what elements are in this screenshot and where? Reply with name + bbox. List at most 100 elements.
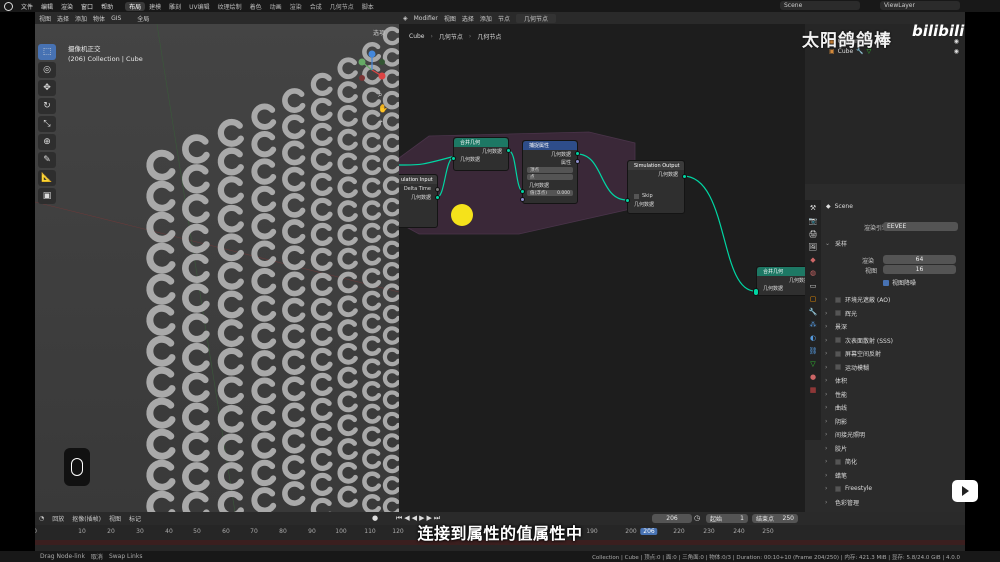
scene-selector[interactable]: Scene — [780, 1, 860, 10]
viewport-menu-object[interactable]: 物体 — [93, 14, 105, 23]
viewport-menu-gis[interactable]: GIS — [111, 15, 121, 22]
socket-capture-attribute-out[interactable] — [575, 159, 580, 164]
workspace-tab-scripting[interactable]: 脚本 — [358, 2, 378, 11]
material-tab-icon[interactable]: ● — [808, 372, 818, 382]
section-checkbox[interactable] — [835, 364, 841, 370]
menu-edit[interactable]: 编辑 — [37, 2, 57, 11]
render-engine-dropdown[interactable]: EEVEE — [883, 222, 958, 231]
section-7[interactable]: › 性能 — [825, 389, 963, 400]
orientation-dropdown[interactable]: 全局 — [137, 14, 149, 23]
socket-sim-output-geometry-in[interactable] — [625, 198, 630, 203]
breadcrumb-modifier[interactable]: 几何节点 — [439, 32, 463, 41]
node-menu-view[interactable]: 视图 — [444, 14, 456, 23]
node-menu-add[interactable]: 添加 — [480, 14, 492, 23]
node-menu-select[interactable]: 选择 — [462, 14, 474, 23]
menu-file[interactable]: 文件 — [17, 2, 37, 11]
node-capture-attribute[interactable]: 捕捉属性 几何数据 属性 顶点 点 几何数据 值(浮点) 0.000 — [522, 140, 578, 204]
workspace-tab-layout[interactable]: 布局 — [125, 1, 146, 11]
collection-tab-icon[interactable]: ▭ — [808, 281, 818, 291]
3d-viewport[interactable] — [35, 12, 399, 512]
section-checkbox[interactable] — [835, 350, 841, 357]
select-box-tool-icon[interactable]: ⬚ — [38, 44, 56, 60]
navigation-gizmo[interactable] — [352, 50, 392, 90]
socket-join-output[interactable] — [506, 148, 511, 153]
workspace-tab-shading[interactable]: 着色 — [246, 2, 266, 11]
socket-capture-geometry-in[interactable] — [520, 189, 525, 194]
viewport-samples-field[interactable]: 16 — [883, 265, 956, 274]
data-tab-icon[interactable]: ▽ — [808, 359, 818, 369]
menu-help[interactable]: 帮助 — [97, 2, 117, 11]
section-13[interactable]: › 蜡笔 — [825, 470, 963, 481]
rotate-tool-icon[interactable]: ↻ — [38, 98, 56, 114]
node-simulation-output[interactable]: Simulation Output 几何数据 Skip 几何数据 — [627, 160, 685, 214]
output-tab-icon[interactable]: 🖨 — [808, 229, 818, 239]
socket-sim-input-geometry[interactable] — [435, 195, 440, 200]
move-tool-icon[interactable]: ✥ — [38, 80, 56, 96]
node-join-geometry-2[interactable]: 合并几何 几何数据 几何数据 — [756, 266, 805, 296]
workspace-tab-modeling[interactable]: 建模 — [145, 2, 165, 11]
socket-delta-time[interactable] — [435, 187, 440, 192]
node-join-geometry[interactable]: 合并几何 几何数据 几何数据 — [453, 137, 509, 171]
object-tab-icon[interactable]: ▢ — [808, 294, 818, 304]
modifier-dropdown[interactable]: Modifier — [414, 15, 438, 22]
viewport-menu-select[interactable]: 选择 — [57, 14, 69, 23]
section-12[interactable]: › 简化 — [825, 456, 963, 467]
socket-sim-output-geometry-out[interactable] — [682, 174, 687, 179]
section-8[interactable]: › 曲线 — [825, 402, 963, 413]
texture-tab-icon[interactable]: ▦ — [808, 385, 818, 395]
view-layer-tab-icon[interactable]: 🖼 — [808, 242, 818, 252]
editor-type-icon[interactable]: ◈ — [403, 15, 408, 22]
workspace-tab-texture-paint[interactable]: 纹理绘制 — [214, 2, 246, 11]
node-menu-node[interactable]: 节点 — [498, 14, 510, 23]
capture-type-dropdown[interactable]: 点 — [527, 174, 573, 180]
node-canvas[interactable]: ulation Input Delta Time 几何数据 合并几何 几何数据 … — [399, 48, 805, 512]
breadcrumb-cube[interactable]: Cube — [409, 33, 425, 40]
world-tab-icon[interactable]: ◍ — [808, 268, 818, 278]
capture-value-field[interactable]: 值(浮点) 0.000 — [527, 190, 573, 196]
node-simulation-input[interactable]: ulation Input Delta Time 几何数据 — [399, 174, 438, 228]
skip-checkbox[interactable] — [634, 193, 639, 199]
scene-tab-icon[interactable]: ◆ — [808, 255, 818, 265]
section-9[interactable]: › 阴影 — [825, 416, 963, 427]
scale-tool-icon[interactable]: ⤡ — [38, 116, 56, 132]
viewport-menu-view[interactable]: 视图 — [39, 14, 51, 23]
workspace-tab-animation[interactable]: 动画 — [266, 2, 286, 11]
measure-tool-icon[interactable]: 📐 — [38, 170, 56, 186]
render-tab-icon[interactable]: 📷 — [808, 216, 818, 226]
socket-join2-input[interactable] — [753, 288, 759, 296]
workspace-tab-uv[interactable]: UV编辑 — [185, 2, 214, 11]
section-6[interactable]: › 体积 — [825, 375, 963, 386]
add-cube-tool-icon[interactable]: ▣ — [38, 188, 56, 204]
section-checkbox[interactable] — [835, 337, 841, 343]
viewport-denoise-toggle[interactable]: 视图降噪 — [883, 278, 916, 287]
denoise-checkbox[interactable] — [883, 279, 889, 286]
visibility-eye-icon-cube[interactable]: ◉ — [954, 48, 959, 55]
tool-tab-icon[interactable]: ⚒ — [808, 203, 818, 213]
camera-view-icon[interactable]: ⌖ — [378, 117, 392, 127]
socket-join-input[interactable] — [451, 156, 456, 161]
section-1[interactable]: › 辉光 — [825, 308, 963, 319]
view-layer-selector[interactable]: ViewLayer — [880, 1, 960, 10]
workspace-tab-geometry-nodes[interactable]: 几何节点 — [326, 2, 358, 11]
cursor-tool-icon[interactable]: ◎ — [38, 62, 56, 78]
section-2[interactable]: › 景深 — [825, 321, 963, 332]
physics-tab-icon[interactable]: ◐ — [808, 333, 818, 343]
section-checkbox[interactable] — [835, 458, 841, 465]
viewport-options-button[interactable]: 选项 — [373, 28, 385, 37]
section-checkbox[interactable] — [835, 485, 841, 492]
workspace-tab-sculpt[interactable]: 雕刻 — [165, 2, 185, 11]
breadcrumb-tree[interactable]: 几何节点 — [477, 32, 501, 41]
workspace-tab-rendering[interactable]: 渲染 — [286, 2, 306, 11]
socket-capture-value-in[interactable] — [520, 197, 525, 202]
section-3[interactable]: › 次表面散射 (SSS) — [825, 335, 963, 346]
section-5[interactable]: › 运动模糊 — [825, 362, 963, 373]
particles-tab-icon[interactable]: ⁂ — [808, 320, 818, 330]
section-0[interactable]: › 环境光遮蔽 (AO) — [825, 294, 963, 305]
render-samples-field[interactable]: 64 — [883, 255, 956, 264]
modifier-tab-icon[interactable]: 🔧 — [808, 307, 818, 317]
section-4[interactable]: › 屏幕空间反射 — [825, 348, 963, 359]
section-10[interactable]: › 间接光照明 — [825, 429, 963, 440]
zoom-icon[interactable]: ⌕ — [378, 90, 392, 100]
pan-hand-icon[interactable]: ✋ — [378, 104, 392, 113]
section-checkbox[interactable] — [835, 296, 841, 303]
